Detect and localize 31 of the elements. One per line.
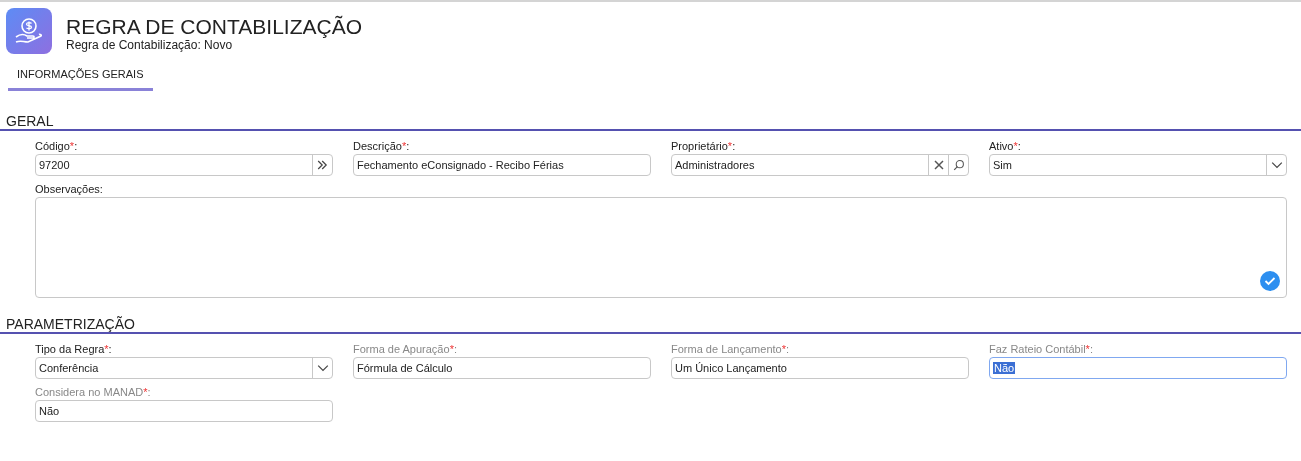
field-label: Observações:: [35, 182, 104, 196]
field-label: Descrição*:: [353, 139, 411, 153]
field-value: Não: [38, 405, 61, 417]
field-label: Ativo*:: [989, 139, 1022, 153]
input-field[interactable]: Conferência: [35, 357, 333, 379]
field-value: Administradores: [674, 159, 756, 171]
field-value: Um Único Lançamento: [674, 362, 788, 374]
section-title: GERAL: [0, 113, 1301, 131]
field-label: Código*:: [35, 139, 79, 153]
money-hand-icon: [6, 8, 52, 54]
input-field[interactable]: Sim: [989, 154, 1287, 176]
field-value: Fechamento eConsignado - Recibo Férias: [356, 159, 564, 171]
input-field[interactable]: Administradores: [671, 154, 969, 176]
page-title: REGRA DE CONTABILIZAÇÃO: [66, 16, 362, 38]
field-value: Sim: [992, 159, 1013, 171]
field-value: Conferência: [38, 362, 100, 374]
tab[interactable]: INFORMAÇÕES GERAIS: [8, 66, 153, 91]
page-subtitle: Regra de Contabilização: Novo: [66, 38, 234, 52]
field-label: Tipo da Regra*:: [35, 342, 113, 356]
field-label: Proprietário*:: [671, 139, 737, 153]
input-field[interactable]: Fechamento eConsignado - Recibo Férias: [353, 154, 651, 176]
field-label: Forma de Apuração*:: [353, 342, 458, 356]
field-label: Faz Rateio Contábil*:: [989, 342, 1094, 356]
notes-field[interactable]: [35, 197, 1287, 298]
field-value: Fórmula de Cálculo: [356, 362, 454, 374]
input-field[interactable]: 97200: [35, 154, 333, 176]
field-label: Considera no MANAD*:: [35, 385, 152, 399]
field-label: Forma de Lançamento*:: [671, 342, 790, 356]
section-title: PARAMETRIZAÇÃO: [0, 316, 1301, 334]
field-value: 97200: [38, 159, 71, 171]
check-icon[interactable]: [1260, 271, 1280, 291]
